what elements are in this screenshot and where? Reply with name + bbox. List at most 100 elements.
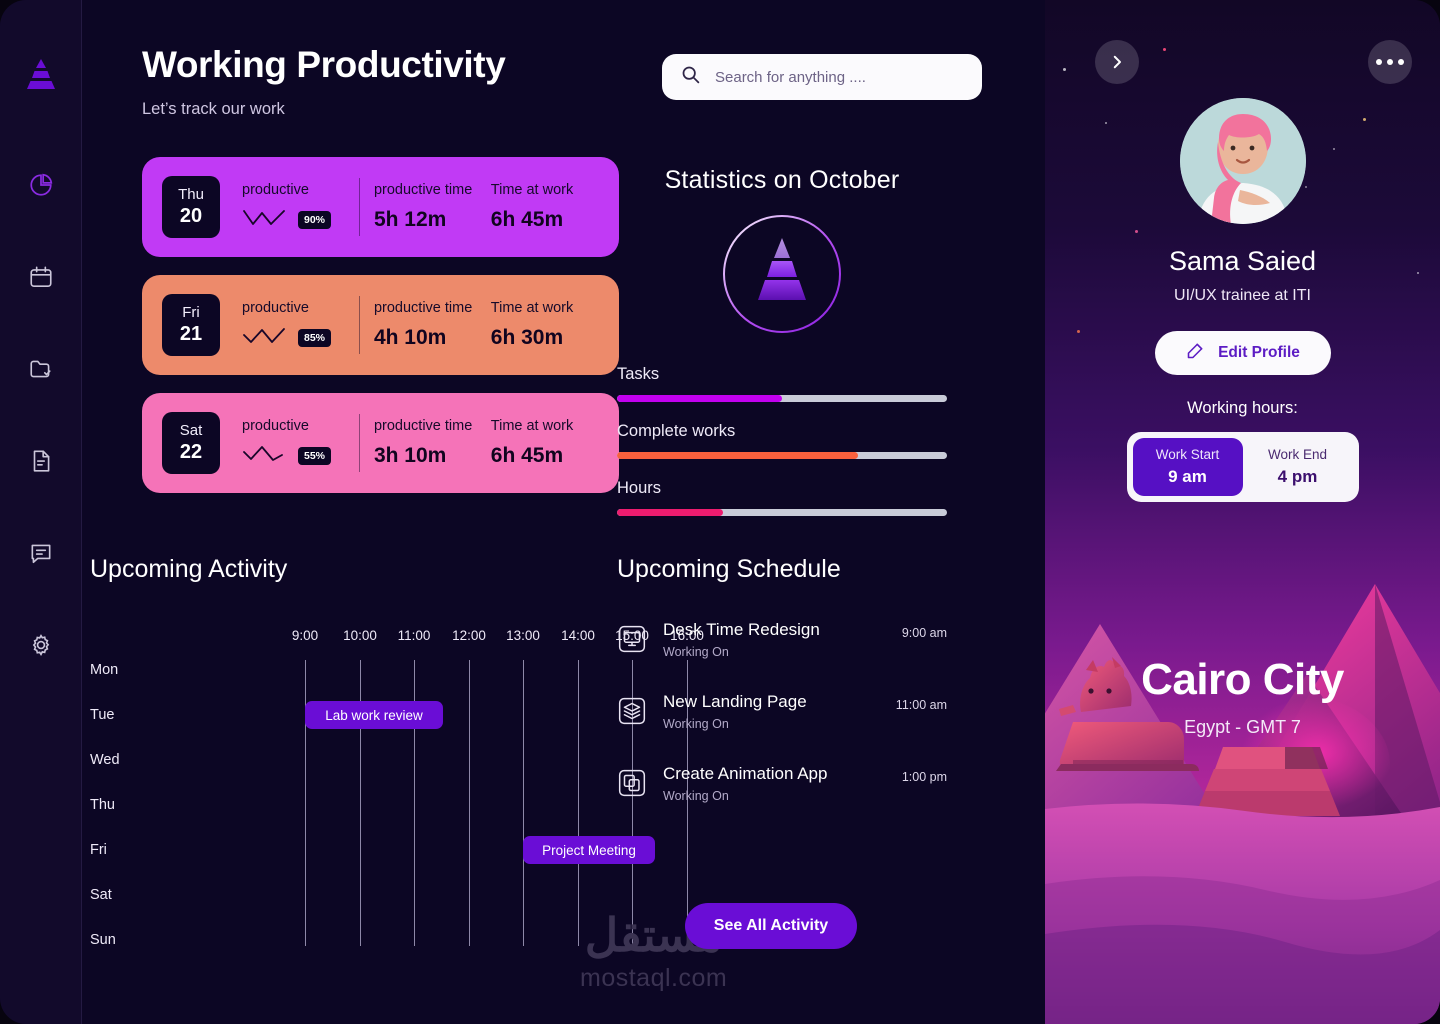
grid-line	[469, 660, 470, 946]
day-tick: Sun	[90, 932, 116, 948]
profile-name: Sama Saied	[1168, 246, 1317, 276]
schedule-list: Desk Time Redesign Working On 9:00 am Ne…	[617, 620, 947, 803]
productive-time-label: productive time	[373, 182, 473, 198]
list-item[interactable]: New Landing Page Working On 11:00 am	[617, 692, 947, 731]
stat-bar-fill	[617, 509, 723, 516]
productive-time-label: productive time	[373, 300, 473, 316]
sidebar-item-settings[interactable]	[22, 626, 60, 664]
schedule-item-status: Working On	[663, 645, 729, 659]
search-icon	[680, 64, 701, 90]
search-bar[interactable]	[662, 54, 982, 100]
productive-time-column: productive time 4h 10m	[374, 300, 491, 350]
layers-icon	[617, 696, 647, 726]
day-tick: Mon	[90, 662, 119, 678]
day-name: Thu	[178, 185, 204, 203]
productive-column: productive 85%	[242, 300, 357, 351]
list-item[interactable]: Desk Time Redesign Working On 9:00 am	[617, 620, 947, 659]
sidebar-item-analytics[interactable]	[22, 166, 60, 204]
grid-line	[578, 660, 579, 946]
sidebar-item-documents[interactable]	[22, 442, 60, 480]
productive-column: productive 55%	[242, 418, 357, 469]
stat-bar-fill	[617, 395, 782, 402]
chevron-right-icon[interactable]	[1095, 40, 1139, 84]
time-at-work-value: 6h 45m	[490, 208, 564, 231]
date-box: Sat 22	[162, 412, 220, 474]
city-name: Cairo City	[1141, 655, 1344, 704]
profile-panel-toolbar	[1045, 0, 1440, 84]
card-divider	[359, 178, 360, 236]
hour-tick: 9:00	[291, 628, 319, 643]
time-at-work-column: Time at work 6h 45m	[491, 182, 597, 232]
activity-event[interactable]: Lab work review	[305, 701, 443, 729]
productivity-card[interactable]: Sat 22 productive 55% productive time 3h…	[142, 393, 619, 493]
more-dots-icon[interactable]	[1368, 40, 1412, 84]
statistics-panel: Statistics on October Tasks Complete wor…	[617, 166, 947, 536]
card-divider	[359, 414, 360, 472]
see-all-activity-button[interactable]: See All Activity	[685, 903, 857, 949]
productivity-card[interactable]: Fri 21 productive 85% productive time 4h…	[142, 275, 619, 375]
time-at-work-value: 6h 30m	[490, 326, 564, 349]
search-input[interactable]	[715, 68, 964, 86]
edit-profile-button[interactable]: Edit Profile	[1154, 331, 1331, 375]
productivity-card[interactable]: Thu 20 productive 90% productive time 5h…	[142, 157, 619, 257]
copy-icon	[617, 768, 647, 798]
pyramid-logo-icon[interactable]	[19, 52, 63, 96]
work-start-segment[interactable]: Work Start 9 am	[1132, 438, 1243, 496]
day-number: 20	[179, 205, 203, 228]
profile-role: UI/UX trainee at ITI	[1174, 287, 1311, 304]
stat-bar-label: Tasks	[617, 365, 660, 383]
stat-bar-fill	[617, 452, 858, 459]
day-number: 21	[179, 323, 203, 346]
upcoming-schedule-title: Upcoming Schedule	[617, 555, 841, 583]
edit-pencil-icon	[1185, 340, 1206, 366]
day-name: Sat	[179, 421, 203, 439]
productive-time-label: productive time	[373, 418, 473, 434]
hour-tick: 10:00	[343, 628, 377, 643]
hour-tick: 14:00	[561, 628, 595, 643]
upcoming-activity-panel: Upcoming Activity 9:00 10:00 11:00 12:00…	[90, 555, 704, 948]
schedule-item-time: 1:00 pm	[901, 770, 947, 784]
page-subtitle: Let’s track our work	[142, 100, 285, 118]
hour-tick: 13:00	[506, 628, 540, 643]
stat-bar-track	[617, 395, 947, 402]
card-divider	[359, 296, 360, 354]
productive-time-value: 3h 10m	[373, 444, 447, 467]
work-end-label: Work End	[1267, 447, 1328, 462]
stat-bar-label: Complete works	[617, 422, 736, 440]
day-number: 22	[179, 441, 203, 464]
stat-bar-track	[617, 509, 947, 516]
list-item[interactable]: Create Animation App Working On 1:00 pm	[617, 764, 947, 803]
edit-profile-label: Edit Profile	[1218, 344, 1300, 361]
timeline-grid: Mon Tue Wed Thu Fri Sat Sun Lab work rev…	[90, 660, 688, 948]
work-start-label: Work Start	[1155, 447, 1220, 462]
sidebar-nav	[22, 166, 60, 664]
schedule-item-status: Working On	[663, 717, 729, 731]
work-end-segment[interactable]: Work End 4 pm	[1243, 438, 1353, 496]
title-block: Working Productivity Let’s track our wor…	[142, 44, 642, 119]
schedule-item-name: Desk Time Redesign	[663, 620, 820, 639]
hour-tick: 12:00	[452, 628, 486, 643]
activity-event[interactable]: Project Meeting	[523, 836, 655, 864]
page-title: Working Productivity	[142, 44, 506, 85]
percent-badge: 90%	[298, 211, 332, 229]
time-at-work-column: Time at work 6h 30m	[491, 300, 597, 350]
city-timezone: Egypt - GMT 7	[1184, 717, 1301, 737]
date-box: Thu 20	[162, 176, 220, 238]
sparkline-icon	[242, 326, 286, 351]
stat-bar-group: Hours	[617, 479, 947, 516]
sidebar-item-calendar[interactable]	[22, 258, 60, 296]
productive-label: productive	[242, 299, 309, 316]
productive-time-value: 4h 10m	[373, 326, 447, 349]
sidebar-item-files[interactable]	[22, 350, 60, 388]
avatar[interactable]	[1179, 98, 1306, 224]
productive-label: productive	[242, 417, 309, 434]
schedule-item-text: New Landing Page Working On	[663, 692, 880, 731]
sidebar-item-messages[interactable]	[22, 534, 60, 572]
stat-bar-track	[617, 452, 947, 459]
cairo-scenery-illustration	[1045, 584, 1440, 1024]
date-box: Fri 21	[162, 294, 220, 356]
productivity-card-list: Thu 20 productive 90% productive time 5h…	[142, 157, 619, 493]
percent-badge: 55%	[298, 447, 332, 465]
day-tick: Tue	[90, 707, 115, 723]
time-at-work-value: 6h 45m	[490, 444, 564, 467]
